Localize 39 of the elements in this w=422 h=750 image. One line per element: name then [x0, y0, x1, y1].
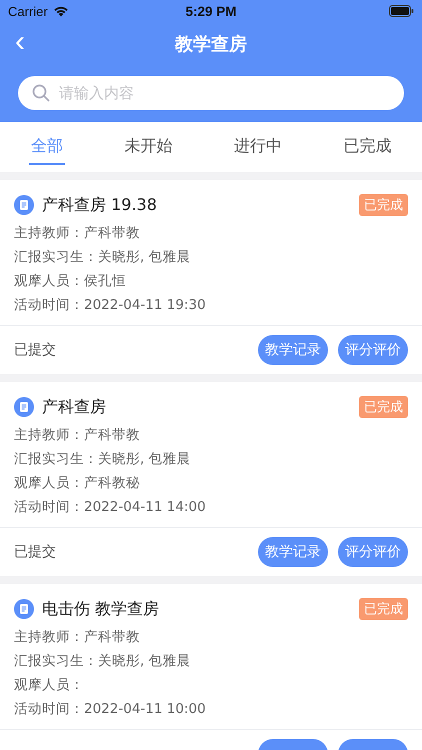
filter-tab[interactable]: 已完成 — [341, 130, 394, 164]
info-line: 活动时间：2022-04-11 19:30 — [14, 296, 207, 315]
submit-status: 已提交 — [14, 341, 56, 359]
card-title: 产科查房 19.38 — [42, 194, 157, 216]
submit-status: 已提交 — [14, 543, 56, 561]
document-icon — [14, 599, 34, 619]
wifi-icon — [52, 5, 69, 17]
info-line: 观摩人员：侯孔恒 — [14, 272, 127, 291]
card-title: 产科查房 — [42, 396, 106, 418]
carrier-label: Carrier — [8, 4, 48, 18]
status-tag: 已完成 — [359, 396, 408, 418]
info-line: 汇报实习生：关晓彤, 包雅晨 — [14, 652, 192, 671]
action-button[interactable]: 评分评价 — [338, 537, 408, 567]
filter-tab[interactable]: 进行中 — [232, 130, 284, 164]
info-line: 活动时间：2022-04-11 14:00 — [14, 498, 207, 517]
info-line: 活动时间：2022-04-11 10:00 — [14, 700, 207, 719]
filter-tab[interactable]: 未开始 — [122, 130, 174, 164]
info-line: 汇报实习生：关晓彤, 包雅晨 — [14, 450, 192, 469]
status-tag: 已完成 — [359, 598, 408, 620]
action-button[interactable]: 评分评价 — [338, 335, 408, 365]
status-tag: 已完成 — [359, 194, 408, 216]
filter-tab[interactable]: 全部 — [28, 130, 65, 164]
info-line: 观摩人员： — [14, 676, 85, 695]
page-title: 教学查房 — [175, 33, 247, 56]
info-line: 汇报实习生：关晓彤, 包雅晨 — [14, 248, 192, 267]
document-icon — [14, 195, 34, 215]
action-button[interactable]: 教学记录 — [258, 335, 328, 365]
card-title: 电击伤 教学查房 — [42, 598, 160, 620]
info-line: 主持教师：产科带教 — [14, 426, 141, 445]
search-icon — [32, 84, 50, 102]
document-icon — [14, 397, 34, 417]
info-line: 主持教师：产科带教 — [14, 628, 141, 647]
battery-icon — [389, 5, 414, 17]
action-button[interactable]: 教学记录 — [258, 537, 328, 567]
search-field[interactable]: 请输入内容 — [18, 76, 404, 110]
info-line: 观摩人员：产科教秘 — [14, 474, 141, 493]
status-time: 5:29 PM — [185, 4, 237, 18]
back-button[interactable]: ‹ — [15, 27, 25, 61]
info-line: 主持教师：产科带教 — [14, 224, 141, 243]
